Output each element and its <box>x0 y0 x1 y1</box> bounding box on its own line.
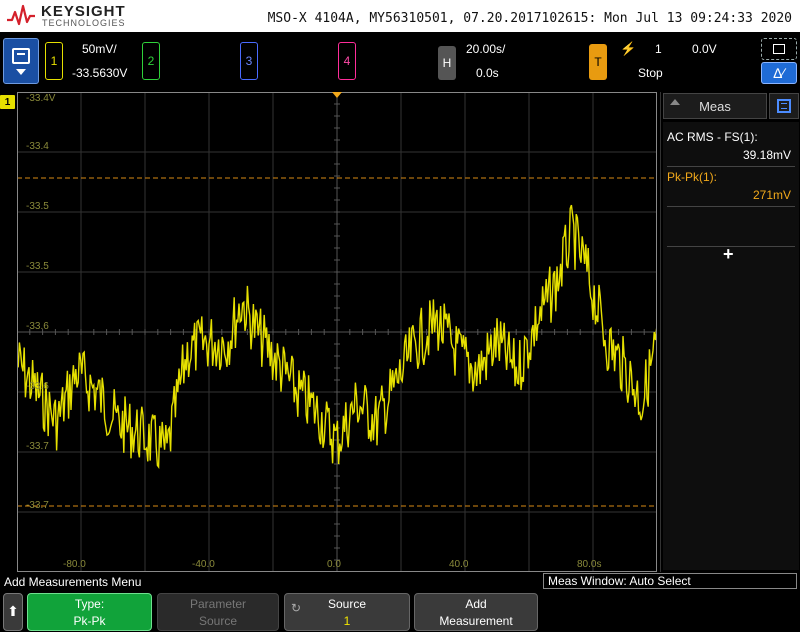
x-label-1: -40.0 <box>192 559 215 570</box>
meas-1-name[interactable]: AC RMS - FS(1): <box>667 130 758 144</box>
x-label-3: 40.0 <box>449 559 469 570</box>
rising-edge-icon: ⚡ <box>620 41 637 56</box>
meas-2-name[interactable]: Pk-Pk(1): <box>667 170 717 184</box>
x-label-4: 80.0s <box>577 559 602 570</box>
graticule[interactable] <box>17 92 657 572</box>
channel-3-badge[interactable]: 3 <box>240 42 258 80</box>
measurement-panel: Meas AC RMS - FS(1): 39.18mV Pk-Pk(1): 2… <box>660 92 800 572</box>
channel-1-badge[interactable]: 1 <box>45 42 63 80</box>
trigger-level[interactable]: 0.0V <box>692 42 717 56</box>
channel-4-badge[interactable]: 4 <box>338 42 356 80</box>
run-state: Stop <box>638 66 663 80</box>
y-label-6: -33.7 <box>26 441 49 452</box>
y-label-1: -33.4 <box>26 141 49 152</box>
meas-tab[interactable]: Meas <box>663 93 767 119</box>
type-softkey-title: Type: <box>74 597 105 611</box>
add-measurement-softkey[interactable]: Add Measurement <box>414 593 538 631</box>
trigger-badge[interactable]: T <box>589 44 607 80</box>
horizontal-badge[interactable]: H <box>438 46 456 80</box>
source-softkey[interactable]: ↻ Source 1 <box>284 593 410 631</box>
brand-subtitle: TECHNOLOGIES <box>42 18 126 28</box>
y-label-4: -33.6 <box>26 321 49 332</box>
softkey-bar: ⬆ Type: Pk-Pk Parameter Source ↻ Source … <box>0 590 800 632</box>
waveform-display[interactable]: -33.4V -33.4 -33.5 -33.5 -33.6 -33.6 -33… <box>17 92 657 572</box>
add-measurement-plus-icon[interactable]: + <box>723 244 734 265</box>
parameter-softkey[interactable]: Parameter Source <box>157 593 279 631</box>
measurement-list: AC RMS - FS(1): 39.18mV Pk-Pk(1): 271mV … <box>663 122 799 570</box>
add-softkey-value: Measurement <box>439 614 513 628</box>
parameter-softkey-value: Source <box>198 614 238 628</box>
zoom-button[interactable] <box>761 38 797 60</box>
trigger-position-marker[interactable] <box>332 92 342 98</box>
type-softkey-value: Pk-Pk <box>73 614 106 628</box>
keysight-logo-icon <box>7 4 35 26</box>
channel-1-ground-marker[interactable]: 1 <box>0 95 15 109</box>
add-softkey-title: Add <box>465 597 487 611</box>
main-menu-button[interactable] <box>3 38 39 84</box>
list-icon <box>777 99 791 113</box>
channel-1-scale[interactable]: 50mV/ <box>82 42 117 56</box>
source-softkey-title: Source <box>327 597 367 611</box>
autoscale-button[interactable]: ∆∕ <box>761 62 797 84</box>
x-label-2: 0.0 <box>327 559 341 570</box>
arrow-up-icon: ⬆ <box>7 603 19 619</box>
time-delay[interactable]: 0.0s <box>476 66 499 80</box>
y-label-7: -33.7 <box>26 500 49 511</box>
rotate-knob-icon: ↻ <box>291 601 302 615</box>
y-label-5: -33.6 <box>26 381 49 392</box>
time-scale[interactable]: 20.00s/ <box>466 42 505 56</box>
status-line: Add Measurements Menu Meas Window: Auto … <box>0 572 800 590</box>
x-label-0: -80.0 <box>63 559 86 570</box>
zoom-icon <box>773 44 785 54</box>
meas-separator <box>667 206 795 207</box>
y-label-2: -33.5 <box>26 201 49 212</box>
meas-separator <box>667 246 795 247</box>
meas-1-value: 39.18mV <box>742 148 791 162</box>
autoscale-icon: ∆∕ <box>773 65 785 81</box>
y-label-0: -33.4V <box>26 93 56 104</box>
channel-bar: 1 50mV/ -33.5630V 2 3 4 H 20.00s/ 0.0s T… <box>0 32 800 92</box>
instrument-info: MSO-X 4104A, MY56310501, 07.20.201710261… <box>267 11 792 26</box>
back-button[interactable]: ⬆ <box>3 593 23 631</box>
parameter-softkey-title: Parameter <box>189 597 247 611</box>
trigger-source[interactable]: 1 <box>655 42 662 56</box>
meas-window-status[interactable]: Meas Window: Auto Select <box>543 573 797 589</box>
type-softkey[interactable]: Type: Pk-Pk <box>27 593 152 631</box>
chevron-down-icon <box>16 68 26 75</box>
menu-title: Add Measurements Menu <box>4 575 142 589</box>
channel-2-badge[interactable]: 2 <box>142 42 160 80</box>
meas-list-button[interactable] <box>769 93 799 119</box>
source-softkey-value: 1 <box>343 614 351 628</box>
meas-2-value: 271mV <box>752 188 791 202</box>
channel-1-offset[interactable]: -33.5630V <box>72 66 127 80</box>
menu-icon <box>12 47 30 64</box>
meas-separator <box>667 166 795 167</box>
y-label-3: -33.5 <box>26 261 49 272</box>
header-bar: KEYSIGHT TECHNOLOGIES MSO-X 4104A, MY563… <box>0 0 800 32</box>
